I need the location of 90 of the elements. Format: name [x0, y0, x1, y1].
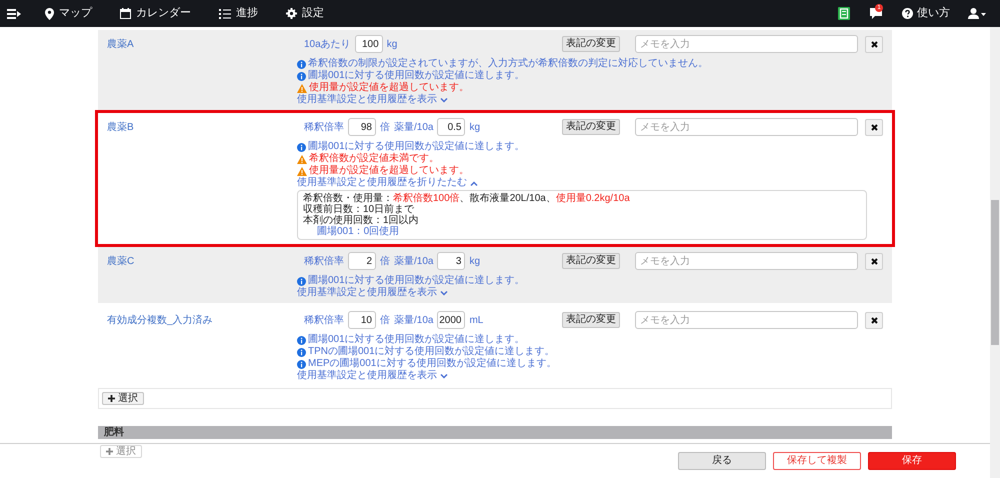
unit-label: kg — [386, 38, 398, 52]
info-icon — [297, 60, 306, 68]
item-name: 農薬B — [107, 122, 134, 132]
memo-field[interactable]: メモを入力 — [635, 311, 858, 329]
warning-icon — [297, 84, 307, 92]
info-message: TPNの圃場001に対する使用回数が設定値に達します。 — [308, 346, 555, 358]
item-name: 農薬A — [107, 38, 134, 50]
number-field[interactable]: 2000 — [437, 311, 466, 329]
info-message: MEPの圃場001に対する使用回数が設定値に達します。 — [308, 358, 556, 370]
calendar-icon — [120, 8, 131, 19]
settings-icon — [286, 8, 297, 19]
unit-label: kg — [469, 120, 480, 134]
info-message: 圃場001に対する使用回数が設定値に達します。 — [308, 334, 525, 346]
change-notation-button[interactable]: 表記の変更 — [562, 119, 620, 135]
number-field[interactable]: 3 — [437, 252, 466, 270]
change-notation-button[interactable]: 表記の変更 — [562, 36, 620, 52]
unit-label: 倍 — [380, 314, 390, 328]
field-label: 10aあたり — [304, 38, 351, 52]
info-icon — [297, 348, 306, 356]
info-icon — [297, 360, 306, 368]
pin-icon — [45, 8, 54, 20]
memo-field[interactable]: メモを入力 — [635, 252, 858, 270]
info-icon — [297, 142, 306, 152]
detail-line: 希釈倍数・使用量：希釈倍数100倍、散布液量20L/10a、使用量0.2kg/10a — [303, 193, 631, 204]
unit-label: 倍 — [380, 254, 390, 268]
back-button[interactable]: 戻る — [678, 452, 766, 470]
list-icon — [219, 8, 231, 18]
change-notation-button[interactable]: 表記の変更 — [562, 312, 620, 328]
info-icon — [297, 276, 306, 286]
toggle-link[interactable]: 使用基準設定と使用履歴を表示 — [297, 287, 448, 299]
change-notation-button[interactable]: 表記の変更 — [562, 253, 620, 269]
close-icon — [870, 124, 878, 130]
field-label: 薬量/10a — [394, 120, 434, 134]
field-label: 稀釈倍率 — [304, 120, 344, 134]
number-field[interactable]: 98 — [348, 118, 376, 136]
nav-link[interactable]: 設定 — [286, 5, 324, 22]
info-message: 希釈倍数の制限が設定されていますが、入力方式が希釈倍数の判定に対応していません。 — [308, 58, 708, 70]
item-name: 農薬C — [107, 256, 134, 266]
warning-icon — [297, 166, 307, 176]
close-icon — [870, 40, 878, 48]
remove-button[interactable] — [865, 36, 883, 52]
number-field[interactable]: 100 — [354, 35, 383, 53]
close-icon — [870, 258, 878, 264]
menu-icon[interactable] — [7, 8, 21, 19]
toggle-link[interactable]: 使用基準設定と使用履歴を表示 — [297, 370, 448, 382]
remove-button[interactable] — [865, 312, 883, 328]
section-header: 肥料 — [98, 426, 892, 439]
save-and-copy-button[interactable]: 保存して複製 — [773, 452, 861, 470]
number-field[interactable]: 2 — [348, 252, 376, 270]
plus-icon — [106, 448, 113, 455]
field-label: 稀釈倍率 — [304, 314, 344, 328]
info-message: 圃場001に対する使用回数が設定値に達します。 — [308, 70, 525, 82]
notebook-icon[interactable] — [838, 7, 850, 20]
unit-label: kg — [469, 254, 480, 268]
warning-icon — [297, 154, 307, 164]
unit-label: mL — [469, 314, 484, 328]
nav-link[interactable]: 進捗 — [219, 5, 258, 22]
info-message: 圃場001に対する使用回数が設定値に達します。 — [308, 141, 525, 152]
nav-link[interactable]: マップ — [45, 5, 92, 22]
warning-message: 希釈倍数が設定値未満です。 — [309, 153, 439, 164]
number-field[interactable]: 10 — [348, 311, 376, 329]
warning-message: 使用量が設定値を超過しています。 — [309, 165, 469, 176]
save-button[interactable]: 保存 — [868, 452, 956, 470]
detail-line: 収穫前日数：10日前まで — [303, 204, 414, 215]
user-icon[interactable] — [968, 8, 986, 19]
field-label: 稀釈倍率 — [304, 254, 344, 268]
detail-line: 本剤の使用回数：1回以内 — [303, 215, 420, 226]
select-button[interactable]: 選択 — [102, 392, 144, 405]
memo-field[interactable]: メモを入力 — [635, 118, 858, 136]
plus-icon — [108, 395, 115, 402]
help-link[interactable]: 使い方 — [902, 5, 950, 22]
item-name: 有効成分複数_入力済み — [107, 314, 213, 326]
nav-link[interactable]: カレンダー — [120, 5, 191, 22]
scrollbar-thumb[interactable] — [991, 200, 999, 345]
info-icon — [297, 336, 306, 344]
info-icon — [297, 72, 306, 80]
warning-message: 使用量が設定値を超過しています。 — [309, 82, 469, 94]
close-icon — [870, 316, 878, 324]
remove-button[interactable] — [865, 118, 883, 136]
detail-line: 圃場001：0回使用 — [316, 226, 400, 237]
toggle-link[interactable]: 使用基準設定と使用履歴を表示 — [297, 94, 448, 106]
memo-field[interactable]: メモを入力 — [635, 35, 858, 53]
field-label: 薬量/10a — [394, 314, 434, 328]
field-label: 薬量/10a — [394, 254, 434, 268]
unit-label: 倍 — [380, 120, 390, 134]
toggle-link[interactable]: 使用基準設定と使用履歴を折りたたむ — [297, 177, 478, 189]
help-icon — [902, 8, 913, 19]
remove-button[interactable] — [865, 252, 883, 270]
info-message: 圃場001に対する使用回数が設定値に達します。 — [308, 275, 525, 286]
number-field[interactable]: 0.5 — [437, 118, 466, 136]
